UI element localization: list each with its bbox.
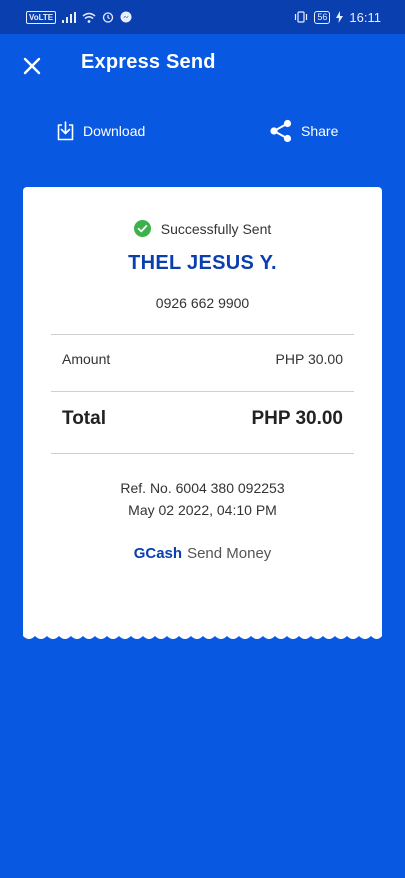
share-button[interactable]: Share: [269, 116, 338, 146]
status-bar-left: VoLTE: [26, 10, 132, 24]
recipient-phone: 0926 662 9900: [155, 295, 250, 311]
download-label: Download: [83, 123, 146, 139]
close-icon: [23, 57, 41, 75]
volte-badge: VoLTE: [26, 10, 57, 24]
action-bar: Download Share: [0, 116, 405, 146]
signal-icon: [62, 11, 77, 23]
download-icon: [57, 121, 74, 141]
charging-icon: [336, 11, 344, 23]
total-label: Total: [62, 408, 106, 429]
reference-number: Ref. No. 6004 380 092253: [120, 480, 285, 496]
receipt-torn-edge: [23, 630, 382, 639]
amount-row: Amount PHP 30.00: [62, 351, 343, 367]
check-circle-icon: [133, 220, 151, 237]
amount-label: Amount: [62, 351, 111, 367]
recipient-name: THEL JESUS Y.: [128, 252, 277, 274]
brand-row: GCash Send Money: [23, 545, 382, 562]
share-label: Share: [301, 123, 339, 139]
amount-value: PHP 30.00: [275, 351, 343, 367]
download-button[interactable]: Download: [56, 116, 145, 146]
close-button[interactable]: [18, 52, 46, 80]
page-title: Express Send: [81, 51, 216, 73]
vibrate-icon: [294, 11, 308, 23]
status-bar-right: 56 16:11: [294, 10, 381, 25]
wifi-icon: [82, 12, 96, 23]
app-header: Express Send: [0, 34, 405, 94]
receipt-card: Successfully Sent THEL JESUS Y. 0926 662…: [23, 187, 382, 632]
status-bar: VoLTE 56 16:11: [0, 0, 405, 34]
alarm-icon: [102, 11, 114, 23]
reference-block: Ref. No. 6004 380 092253 May 02 2022, 04…: [23, 477, 382, 521]
total-row: Total PHP 30.00: [62, 408, 343, 430]
clock-time: 16:11: [349, 9, 381, 25]
share-icon: [270, 119, 292, 143]
divider: [51, 391, 354, 392]
total-value: PHP 30.00: [251, 408, 343, 429]
status-row: Successfully Sent: [23, 220, 382, 237]
status-text: Successfully Sent: [160, 220, 272, 237]
divider: [51, 453, 354, 454]
divider: [51, 334, 354, 335]
transaction-date: May 02 2022, 04:10 PM: [128, 502, 277, 518]
brand-caption: Send Money: [187, 545, 272, 562]
gcash-logo: GCash: [133, 545, 183, 562]
battery-icon: 56: [314, 10, 331, 24]
messenger-icon: [120, 11, 132, 23]
